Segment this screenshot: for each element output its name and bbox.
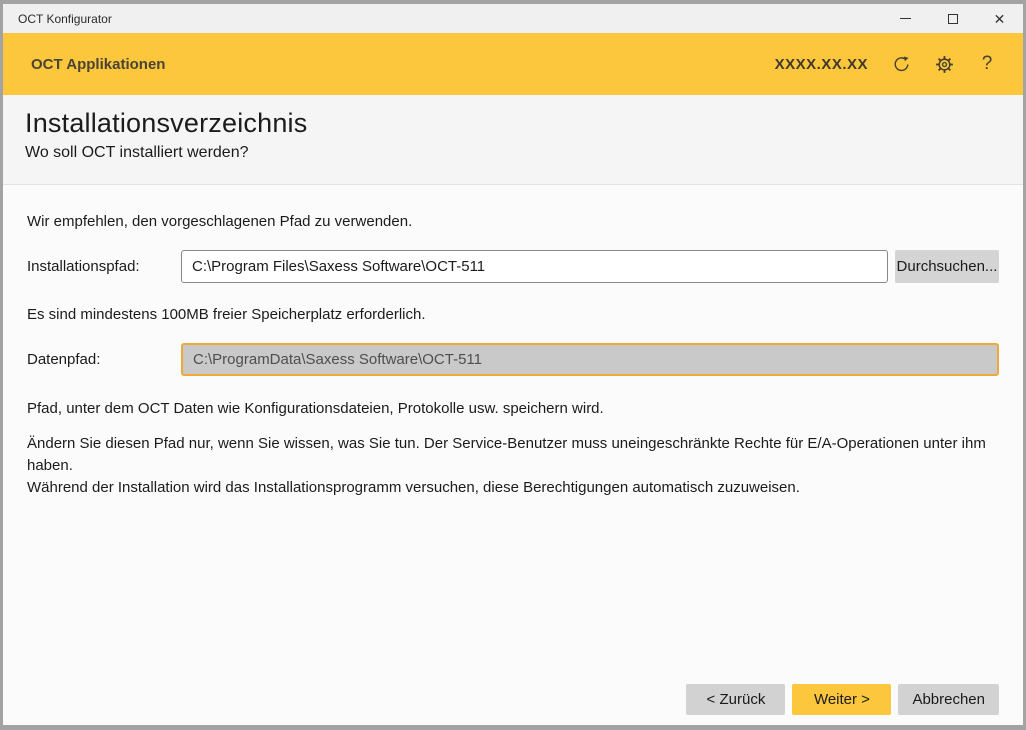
version-label: XXXX.XX.XX [775,56,868,73]
data-path-input[interactable] [181,343,999,376]
content-area: Wir empfehlen, den vorgeschlagenen Pfad … [3,185,1023,725]
help-icon[interactable]: ? [977,54,997,74]
next-button[interactable]: Weiter > [792,684,891,715]
close-icon: ✕ [994,12,1006,26]
data-path-note: Pfad, unter dem OCT Daten wie Konfigurat… [27,398,999,420]
titlebar: OCT Konfigurator ✕ [3,4,1023,33]
disk-space-note: Es sind mindestens 100MB freier Speicher… [27,304,999,326]
wizard-footer: < Zurück Weiter > Abbrechen [27,684,999,725]
window-title: OCT Konfigurator [18,12,112,26]
maximize-icon [948,14,958,24]
install-path-row: Installationspfad: Durchsuchen... [27,250,999,283]
cancel-button[interactable]: Abbrechen [898,684,999,715]
install-path-input[interactable] [181,250,888,283]
close-button[interactable]: ✕ [976,4,1023,33]
minimize-button[interactable] [882,4,929,33]
app-header-actions: XXXX.XX.XX [775,54,997,74]
warning-line-2: Während der Installation wird das Instal… [27,477,999,499]
help-glyph: ? [982,53,993,75]
gear-icon[interactable] [934,54,954,74]
app-header: OCT Applikationen XXXX.XX.XX [3,33,1023,95]
browse-button[interactable]: Durchsuchen... [895,250,999,283]
refresh-icon[interactable] [891,54,911,74]
minimize-icon [900,18,911,19]
intro-text: Wir empfehlen, den vorgeschlagenen Pfad … [27,211,999,233]
page-subtitle: Wo soll OCT installiert werden? [25,144,1023,162]
page-title: Installationsverzeichnis [25,108,1023,139]
app-title: OCT Applikationen [31,56,165,73]
maximize-button[interactable] [929,4,976,33]
warning-line-1: Ändern Sie diesen Pfad nur, wenn Sie wis… [27,433,999,477]
warning-text: Ändern Sie diesen Pfad nur, wenn Sie wis… [27,433,999,498]
back-button[interactable]: < Zurück [686,684,785,715]
install-path-label: Installationspfad: [27,258,181,275]
app-window: OCT Konfigurator ✕ OCT Applikationen XXX… [0,0,1026,730]
window-controls: ✕ [882,4,1023,33]
data-path-label: Datenpfad: [27,351,181,368]
page-heading-section: Installationsverzeichnis Wo soll OCT ins… [3,95,1023,185]
data-path-row: Datenpfad: [27,343,999,376]
